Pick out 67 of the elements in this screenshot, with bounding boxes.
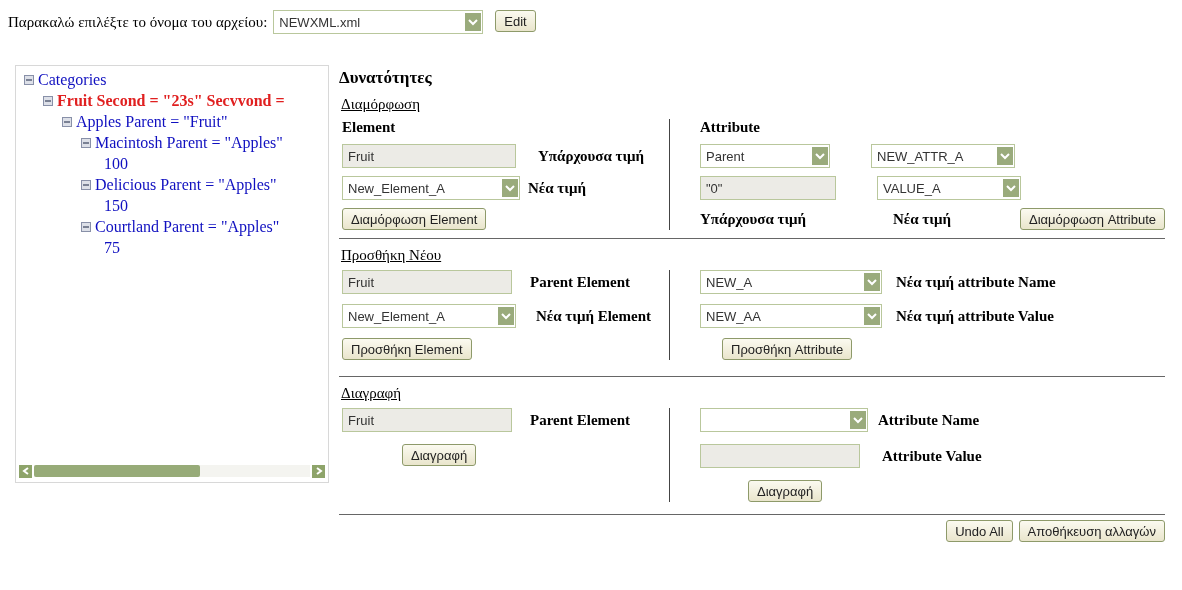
- field-label: Parent Element: [530, 273, 631, 291]
- field-label: Parent Element: [530, 411, 631, 429]
- dropdown[interactable]: NEW_A: [700, 270, 882, 294]
- edit-button[interactable]: Edit: [495, 10, 536, 32]
- subsection-heading: Προσθήκη Νέου: [341, 247, 443, 264]
- tree-node[interactable]: Categories: [38, 70, 107, 89]
- tree-node[interactable]: Fruit Second = "23s" Secvvond =: [57, 91, 285, 110]
- dropdown[interactable]: New_Element_A: [342, 304, 516, 328]
- dropdown-caret-icon: [864, 307, 880, 325]
- text-field[interactable]: Fruit: [342, 408, 512, 432]
- action-button[interactable]: Διαμόρφωση Element: [342, 208, 487, 230]
- field-label: Attribute Value: [882, 447, 982, 465]
- tree-value[interactable]: 100: [24, 153, 328, 174]
- section-heading: Δυνατότητες: [339, 68, 433, 88]
- dropdown[interactable]: VALUE_A: [877, 176, 1021, 200]
- tree-node[interactable]: Courtland Parent = "Apples": [95, 217, 280, 236]
- scroll-right-icon[interactable]: [314, 467, 323, 475]
- action-button[interactable]: Προσθήκη Attribute: [722, 338, 853, 360]
- field-label: Attribute Name: [878, 411, 980, 429]
- tree-node[interactable]: Apples Parent = "Fruit": [76, 112, 228, 131]
- dropdown[interactable]: Parent: [700, 144, 830, 168]
- collapse-icon[interactable]: [62, 116, 72, 127]
- dropdown-caret-icon: [850, 411, 866, 429]
- collapse-icon[interactable]: [81, 137, 91, 148]
- collapse-icon[interactable]: [43, 95, 53, 106]
- footer-button[interactable]: Undo All: [946, 520, 1013, 542]
- file-picker-label: Παρακαλώ επιλέξτε το όνομα του αρχείου:: [8, 13, 268, 31]
- field-label: Νέα τιμή attribute Name: [896, 273, 1056, 291]
- dropdown-caret-icon: [498, 307, 514, 325]
- dropdown[interactable]: NEW_AA: [700, 304, 882, 328]
- text-field[interactable]: "0": [700, 176, 836, 200]
- action-button[interactable]: Προσθήκη Element: [342, 338, 472, 360]
- tree-node[interactable]: Macintosh Parent = "Apples": [95, 133, 283, 152]
- column-heading: Attribute: [700, 119, 761, 136]
- text-field[interactable]: Fruit: [342, 270, 512, 294]
- dropdown-caret-icon: [997, 147, 1013, 165]
- text-field[interactable]: Fruit: [342, 144, 516, 168]
- action-button[interactable]: Διαγραφή: [748, 480, 823, 502]
- field-label: Νέα τιμή Element: [536, 307, 652, 325]
- dropdown-caret-icon: [465, 13, 482, 31]
- dropdown[interactable]: New_Element_A: [342, 176, 520, 200]
- collapse-icon[interactable]: [24, 74, 34, 85]
- tree-node[interactable]: Delicious Parent = "Apples": [95, 175, 277, 194]
- action-button[interactable]: Διαγραφή: [402, 444, 477, 466]
- dropdown-caret-icon: [1003, 179, 1019, 197]
- text-field[interactable]: [700, 444, 860, 468]
- column-heading: Element: [342, 119, 397, 136]
- collapse-icon[interactable]: [81, 179, 91, 190]
- dropdown-caret-icon: [502, 179, 518, 197]
- field-label: Νέα τιμή attribute Value: [896, 307, 1054, 325]
- action-button[interactable]: Διαμόρφωση Attribute: [1020, 208, 1166, 230]
- collapse-icon[interactable]: [81, 221, 91, 232]
- dropdown-caret-icon: [864, 273, 880, 291]
- tree-value[interactable]: 75: [24, 237, 328, 258]
- field-label: Νέα τιμή: [528, 179, 586, 197]
- dropdown[interactable]: NEW_ATTR_A: [871, 144, 1015, 168]
- dropdown[interactable]: [700, 408, 868, 432]
- dropdown-caret-icon: [812, 147, 828, 165]
- footer-button[interactable]: Αποθήκευση αλλαγών: [1018, 520, 1165, 542]
- file-dropdown[interactable]: NEWXML.xml: [273, 10, 484, 34]
- subsection-heading: Διαγραφή: [341, 385, 402, 402]
- field-label: Υπάρχουσα τιμή: [700, 210, 807, 228]
- field-label: Υπάρχουσα τιμή: [538, 147, 645, 165]
- subsection-heading: Διαμόρφωση: [341, 96, 422, 113]
- field-label: Νέα τιμή: [893, 210, 951, 228]
- tree-value[interactable]: 150: [24, 195, 328, 216]
- scroll-left-icon[interactable]: [21, 467, 30, 475]
